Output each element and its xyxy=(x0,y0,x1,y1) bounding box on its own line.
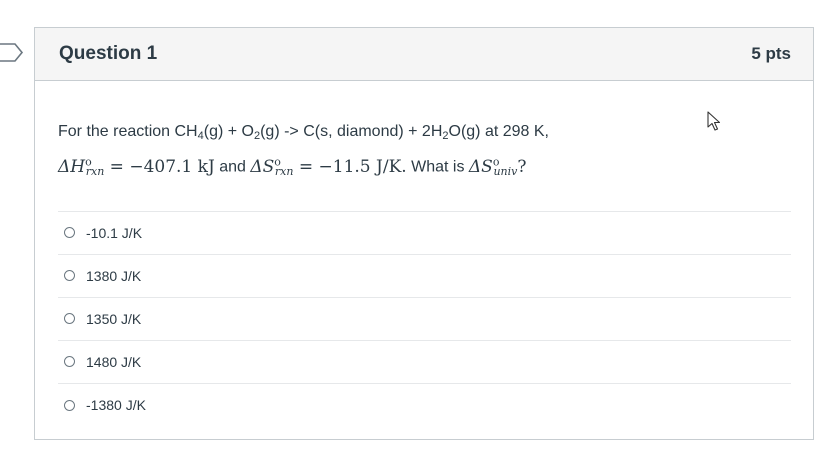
radio-button[interactable] xyxy=(64,313,75,325)
enthalpy-expression: ΔHorxn = −407.1 kJ xyxy=(58,155,215,178)
prompt-line-2: ΔHorxn = −407.1 kJ and ΔSorxn = −11.5 J/… xyxy=(58,155,527,178)
radio-button[interactable] xyxy=(64,270,75,282)
entropy-expression: ΔSorxn = −11.5 J/K. xyxy=(250,155,407,178)
mouse-pointer-icon xyxy=(707,111,721,131)
answer-label: -1380 J/K xyxy=(86,397,146,414)
question-prompt: For the reaction CH4(g) + O2(g) -> C(s, … xyxy=(58,119,791,185)
answer-option[interactable]: 1350 J/K xyxy=(58,298,791,341)
radio-button[interactable] xyxy=(64,227,75,239)
flag-question-icon[interactable] xyxy=(0,43,24,62)
answer-option[interactable]: -1380 J/K xyxy=(58,384,791,427)
question-header: Question 1 5 pts xyxy=(35,28,813,81)
question-card: Question 1 5 pts For the reaction CH4(g)… xyxy=(34,27,814,440)
radio-button[interactable] xyxy=(64,399,75,411)
answer-option[interactable]: 1380 J/K xyxy=(58,255,791,298)
prompt-line-1: For the reaction CH4(g) + O2(g) -> C(s, … xyxy=(58,123,549,142)
question-points: 5 pts xyxy=(751,44,791,63)
answer-list: -10.1 J/K 1380 J/K 1350 J/K 1480 J/K -13… xyxy=(58,210,791,427)
question-title: Question 1 xyxy=(59,43,158,64)
question-body: For the reaction CH4(g) + O2(g) -> C(s, … xyxy=(35,119,813,427)
radio-button[interactable] xyxy=(64,356,75,368)
answer-label: 1380 J/K xyxy=(86,267,142,284)
answer-label: 1350 J/K xyxy=(86,310,142,327)
entropy-universe-expression: ΔSouniv? xyxy=(468,155,527,178)
answer-label: -10.1 J/K xyxy=(86,224,143,241)
answer-option[interactable]: 1480 J/K xyxy=(58,341,791,384)
answer-label: 1480 J/K xyxy=(86,353,142,370)
answer-option[interactable]: -10.1 J/K xyxy=(58,212,791,255)
